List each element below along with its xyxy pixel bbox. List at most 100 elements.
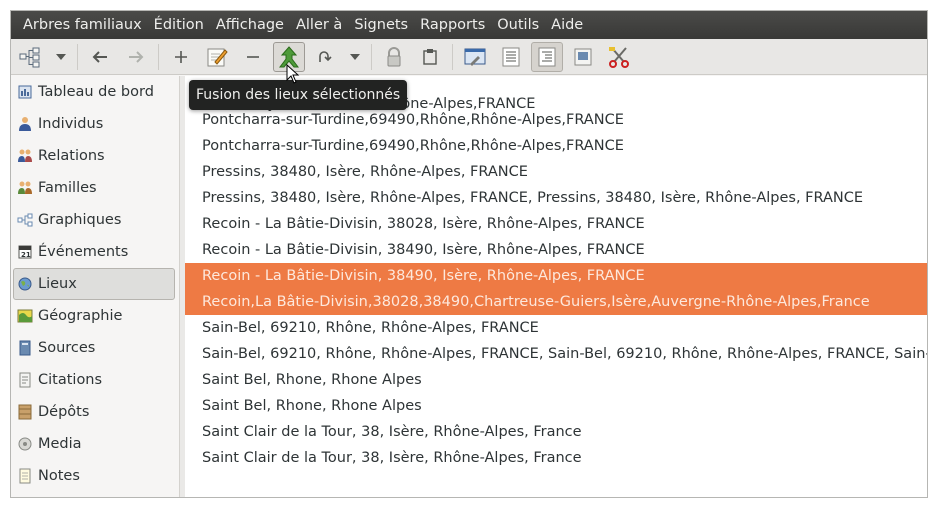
toolbar-separator bbox=[371, 43, 372, 70]
sidebar-item-label: Graphiques bbox=[38, 212, 122, 228]
sidebar-item-label: Lieux bbox=[38, 276, 77, 292]
sidebar-item-sources[interactable]: Sources bbox=[11, 332, 179, 364]
mouse-pointer-icon bbox=[286, 64, 300, 84]
config-icon bbox=[464, 48, 486, 66]
sidebar-item-charts[interactable]: Graphiques bbox=[11, 204, 179, 236]
menu-tools[interactable]: Outils bbox=[491, 11, 545, 39]
dropdown-icon bbox=[350, 53, 360, 60]
menu-view[interactable]: Affichage bbox=[210, 11, 290, 39]
sidebar-item-label: Media bbox=[38, 436, 82, 452]
relations-icon bbox=[17, 148, 33, 164]
edit-button[interactable] bbox=[201, 42, 233, 72]
add-button[interactable] bbox=[165, 42, 197, 72]
tree-view-icon bbox=[538, 47, 556, 66]
places-list: Pontcharra-sur-Turdine,69490,Rhône,Rhône… bbox=[185, 107, 927, 471]
image-icon bbox=[574, 48, 592, 65]
undo-button[interactable] bbox=[309, 42, 341, 72]
lock-button[interactable] bbox=[378, 42, 410, 72]
tree-dropdown-button[interactable] bbox=[51, 42, 71, 72]
list-item-selected[interactable]: Recoin - La Bâtie-Divisin, 38490, Isère,… bbox=[185, 263, 927, 289]
add-icon bbox=[175, 50, 187, 63]
dropdown-icon bbox=[56, 53, 66, 60]
chart-icon bbox=[17, 212, 33, 228]
back-button[interactable] bbox=[84, 42, 116, 72]
forward-button[interactable] bbox=[120, 42, 152, 72]
sidebar-item-citations[interactable]: Citations bbox=[11, 364, 179, 396]
remove-icon bbox=[247, 55, 259, 58]
list-item[interactable]: Saint Bel, Rhone, Rhone Alpes bbox=[185, 367, 927, 393]
sidebar-item-label: Tableau de bord bbox=[38, 84, 154, 100]
undo-dropdown-button[interactable] bbox=[345, 42, 365, 72]
menu-family-trees[interactable]: Arbres familiaux bbox=[17, 11, 148, 39]
sidebar-item-relationships[interactable]: Relations bbox=[11, 140, 179, 172]
grouped-view-button[interactable] bbox=[531, 41, 563, 72]
list-item[interactable]: Pontcharra-sur-Turdine,69490,Rhône,Rhône… bbox=[185, 107, 927, 133]
calendar-icon: 21 bbox=[17, 244, 33, 260]
person-icon bbox=[17, 116, 33, 132]
places-list-view: Pollionnay,69290,Rhône,Rhône-Alpes,FRANC… bbox=[185, 76, 927, 497]
sidebar-item-label: Relations bbox=[38, 148, 105, 164]
citation-icon bbox=[17, 372, 33, 388]
list-view-button[interactable] bbox=[495, 42, 527, 72]
merge-tooltip: Fusion des lieux sélectionnés bbox=[189, 80, 408, 110]
toolbar-separator bbox=[158, 43, 159, 70]
sidebar-item-label: Événements bbox=[38, 244, 129, 260]
map-icon bbox=[17, 308, 33, 324]
tree-view-button[interactable] bbox=[15, 42, 47, 72]
sidebar-item-label: Notes bbox=[38, 468, 80, 484]
notes-icon bbox=[17, 468, 33, 484]
undo-icon bbox=[319, 50, 332, 62]
sidebar-item-label: Individus bbox=[38, 116, 104, 132]
forward-icon bbox=[129, 50, 144, 63]
menu-go[interactable]: Aller à bbox=[290, 11, 348, 39]
menu-edit[interactable]: Édition bbox=[148, 11, 210, 39]
list-item[interactable]: Sain-Bel, 69210, Rhône, Rhône-Alpes, FRA… bbox=[185, 315, 927, 341]
list-item[interactable]: Recoin - La Bâtie-Divisin, 38028, Isère,… bbox=[185, 211, 927, 237]
clipboard-button[interactable] bbox=[414, 42, 446, 72]
list-item[interactable]: Pressins, 38480, Isère, Rhône-Alpes, FRA… bbox=[185, 159, 927, 185]
menu-reports[interactable]: Rapports bbox=[414, 11, 491, 39]
remove-button[interactable] bbox=[237, 42, 269, 72]
lock-icon bbox=[387, 46, 401, 66]
list-item[interactable]: Pontcharra-sur-Turdine,69490,Rhône,Rhône… bbox=[185, 133, 927, 159]
edit-icon bbox=[207, 48, 228, 66]
svg-text:21: 21 bbox=[21, 251, 31, 259]
tree-icon bbox=[19, 47, 40, 67]
clipboard-icon bbox=[423, 48, 437, 65]
sidebar-item-families[interactable]: Familles bbox=[11, 172, 179, 204]
list-item[interactable]: Saint Bel, Rhone, Rhone Alpes bbox=[185, 393, 927, 419]
toolbar-separator bbox=[77, 43, 78, 70]
sidebar-item-label: Familles bbox=[38, 180, 97, 196]
list-item[interactable]: Recoin - La Bâtie-Divisin, 38490, Isère,… bbox=[185, 237, 927, 263]
gramps-window: Arbres familiaux Édition Affichage Aller… bbox=[10, 10, 928, 498]
sidebar-item-label: Citations bbox=[38, 372, 103, 388]
menu-help[interactable]: Aide bbox=[545, 11, 589, 39]
repository-icon bbox=[17, 404, 33, 420]
back-icon bbox=[92, 50, 107, 63]
family-icon bbox=[17, 180, 33, 196]
menu-bookmarks[interactable]: Signets bbox=[348, 11, 414, 39]
sidebar-item-notes[interactable]: Notes bbox=[11, 460, 179, 492]
list-item[interactable]: Sain-Bel, 69210, Rhône, Rhône-Alpes, FRA… bbox=[185, 341, 927, 367]
configure-view-button[interactable] bbox=[459, 42, 491, 72]
toolbar-separator bbox=[452, 43, 453, 70]
sidebar-item-events[interactable]: 21 Événements bbox=[11, 236, 179, 268]
globe-icon bbox=[17, 276, 33, 292]
sidebar-item-repositories[interactable]: Dépôts bbox=[11, 396, 179, 428]
sidebar-item-label: Dépôts bbox=[38, 404, 90, 420]
list-item[interactable]: Pressins, 38480, Isère, Rhône-Alpes, FRA… bbox=[185, 185, 927, 211]
sidebar-item-media[interactable]: Media bbox=[11, 428, 179, 460]
sidebar-item-geography[interactable]: Géographie bbox=[11, 300, 179, 332]
list-item[interactable]: Saint Clair de la Tour, 38, Isère, Rhône… bbox=[185, 445, 927, 471]
sidebar-item-dashboard[interactable]: Tableau de bord bbox=[11, 76, 179, 108]
cut-button[interactable] bbox=[603, 42, 635, 72]
sidebar-item-label: Géographie bbox=[38, 308, 123, 324]
sidebar-item-label: Sources bbox=[38, 340, 96, 356]
list-view-icon bbox=[502, 47, 520, 66]
sidebar-item-places[interactable]: Lieux bbox=[13, 268, 175, 300]
scissors-icon bbox=[609, 46, 629, 68]
media-view-button[interactable] bbox=[567, 42, 599, 72]
sidebar-item-people[interactable]: Individus bbox=[11, 108, 179, 140]
list-item-selected[interactable]: Recoin,La Bâtie-Divisin,38028,38490,Char… bbox=[185, 289, 927, 315]
list-item[interactable]: Saint Clair de la Tour, 38, Isère, Rhône… bbox=[185, 419, 927, 445]
